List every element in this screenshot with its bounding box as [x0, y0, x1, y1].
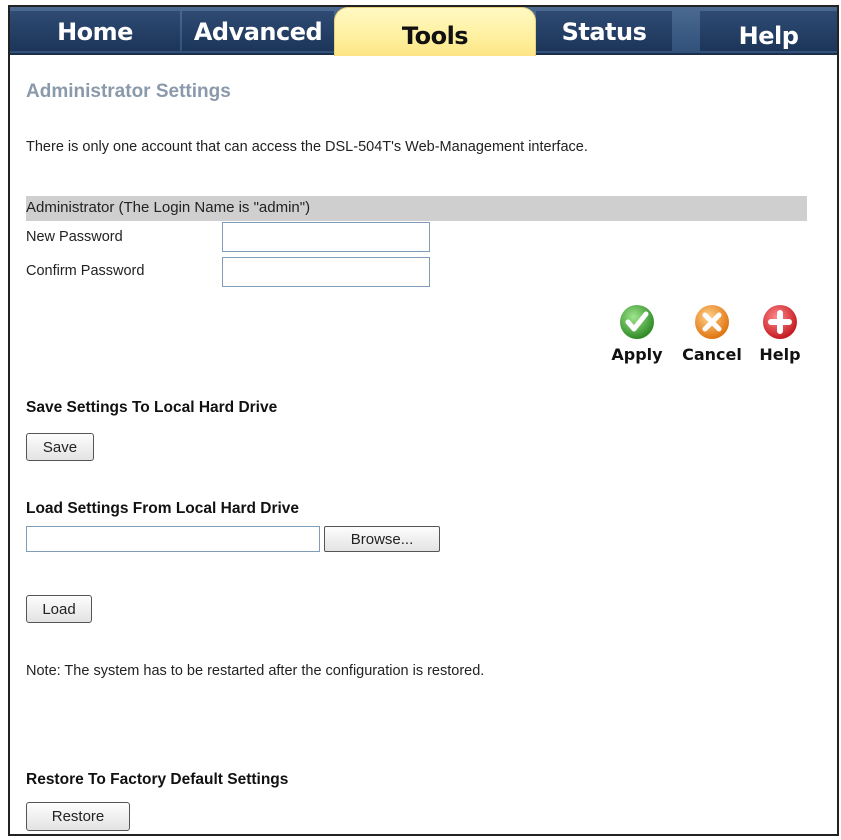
load-section-title: Load Settings From Local Hard Drive [26, 500, 300, 517]
cancel-button[interactable]: Cancel [674, 303, 750, 364]
plus-icon [763, 305, 797, 339]
restore-note: Note: The system has to be restarted aft… [26, 663, 485, 679]
apply-label: Apply [611, 345, 663, 364]
admin-section-band: Administrator (The Login Name is "admin"… [26, 196, 807, 221]
browse-button[interactable]: Browse... [324, 526, 440, 552]
confirm-password-input[interactable] [222, 257, 430, 287]
admin-band-label: Administrator (The Login Name is "admin"… [26, 199, 311, 216]
save-button[interactable]: Save [26, 433, 94, 461]
tab-tools[interactable]: Tools [334, 7, 536, 56]
tab-status[interactable]: Status [536, 11, 672, 51]
apply-button[interactable]: Apply [602, 303, 672, 364]
restore-section-title: Restore To Factory Default Settings [26, 771, 289, 788]
close-icon [695, 305, 729, 339]
cancel-label: Cancel [682, 345, 742, 364]
load-file-input[interactable] [26, 526, 320, 552]
tab-status-label: Status [561, 18, 647, 46]
tab-advanced[interactable]: Advanced [182, 11, 334, 51]
tab-help[interactable]: Help [700, 11, 837, 51]
tab-advanced-label: Advanced [193, 18, 323, 46]
page-description: There is only one account that can acces… [26, 139, 588, 155]
restore-button[interactable]: Restore [26, 802, 130, 831]
check-icon [620, 305, 654, 339]
tab-bar: Home Advanced Tools Status Help [10, 7, 837, 56]
new-password-input[interactable] [222, 222, 430, 252]
confirm-password-label: Confirm Password [26, 263, 145, 279]
save-section-title: Save Settings To Local Hard Drive [26, 399, 278, 416]
tab-tools-label: Tools [401, 22, 469, 50]
help-button[interactable]: Help [752, 303, 808, 364]
load-button[interactable]: Load [26, 595, 92, 623]
tab-home[interactable]: Home [10, 11, 180, 51]
new-password-label: New Password [26, 229, 123, 245]
tab-home-label: Home [57, 18, 133, 46]
tab-help-label: Help [738, 22, 799, 50]
help-label: Help [759, 345, 801, 364]
page-title: Administrator Settings [26, 81, 231, 102]
page-frame: Home Advanced Tools Status Help Administ… [8, 5, 839, 836]
